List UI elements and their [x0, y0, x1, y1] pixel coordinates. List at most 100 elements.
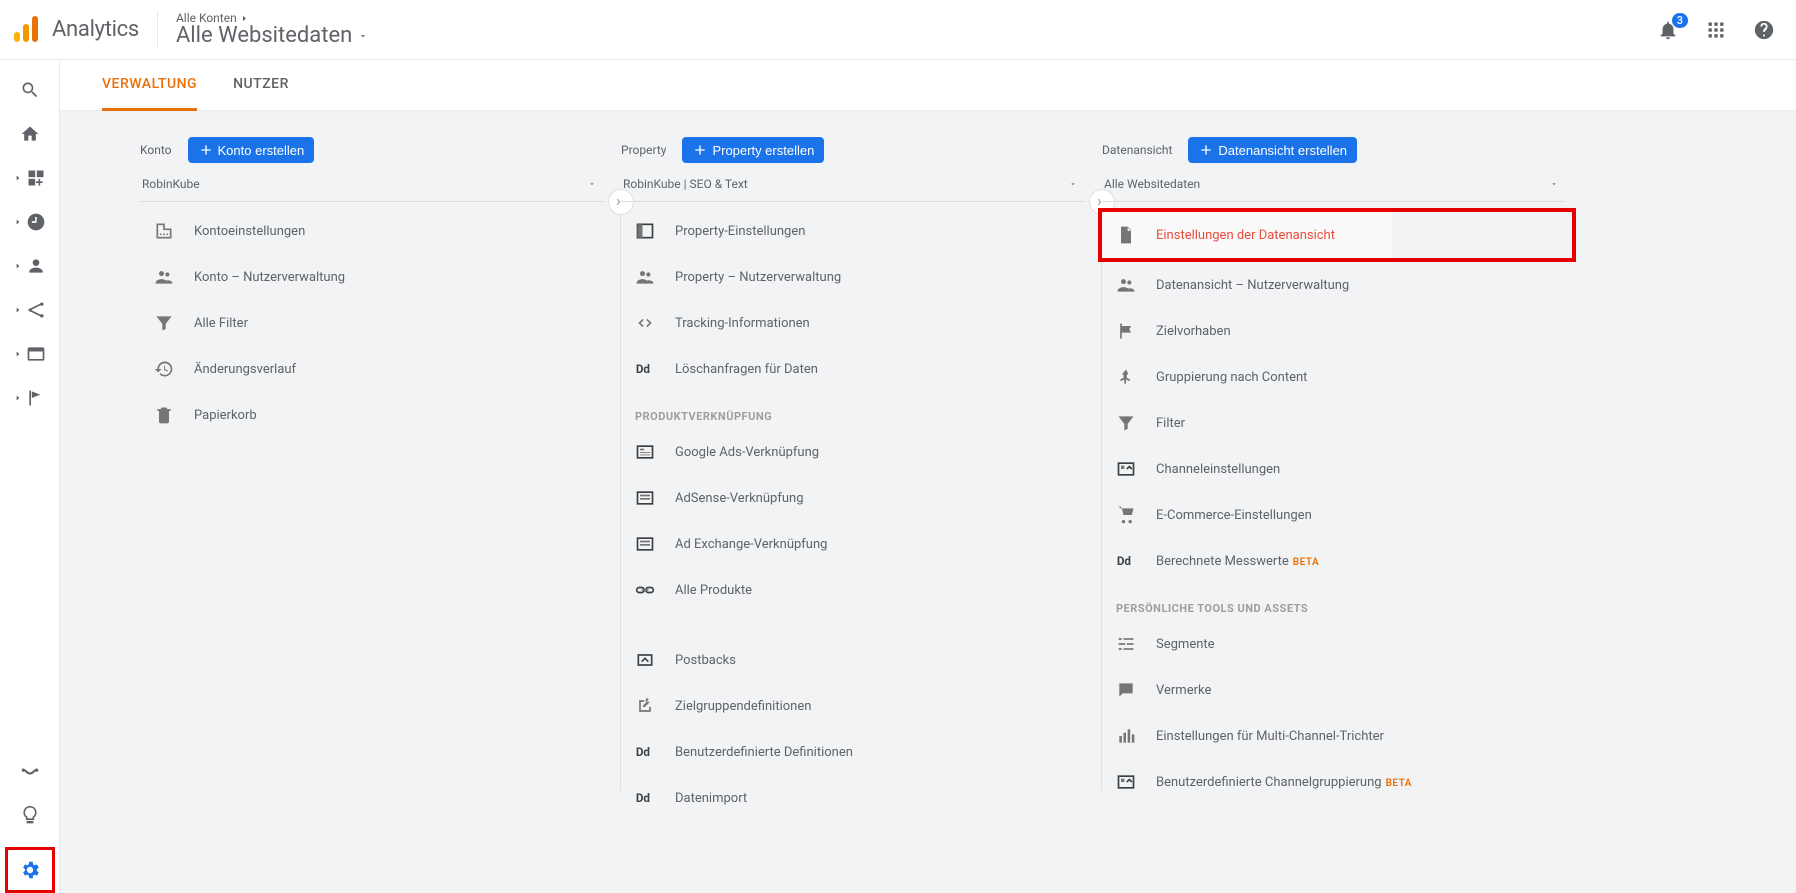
account-selector[interactable]: RobinKube: [140, 173, 604, 202]
menu-item[interactable]: E-Commerce-Einstellungen: [1102, 492, 1582, 538]
side-nav: [0, 60, 60, 893]
menu-item-label: Postbacks: [675, 653, 736, 668]
ads-icon: [635, 442, 655, 462]
menu-item-label: Kontoeinstellungen: [194, 224, 305, 239]
col-property: Property Property erstellen RobinKube | …: [621, 137, 1101, 893]
menu-item[interactable]: Property – Nutzerverwaltung: [621, 254, 1101, 300]
home-icon[interactable]: [18, 122, 42, 146]
menu-item-label: Konto – Nutzerverwaltung: [194, 270, 345, 285]
top-bar: Analytics Alle Konten Alle Websitedaten …: [0, 0, 1796, 60]
panel-icon: [635, 221, 655, 241]
svg-text:Dd: Dd: [636, 791, 650, 805]
menu-item-label: Alle Filter: [194, 316, 248, 331]
apps-icon[interactable]: [1704, 18, 1728, 42]
nav-behavior[interactable]: [14, 342, 46, 366]
tab-verwaltung[interactable]: VERWALTUNG: [102, 60, 197, 111]
tab-nutzer[interactable]: NUTZER: [233, 60, 289, 110]
menu-item[interactable]: Einstellungen der Datenansicht: [1102, 212, 1392, 258]
menu-item[interactable]: Einstellungen für Multi-Channel-Trichter: [1102, 713, 1582, 759]
menu-item[interactable]: Zielvorhaben: [1102, 308, 1582, 354]
menu-item-label: Tracking-Informationen: [675, 316, 810, 331]
menu-item[interactable]: Tracking-Informationen: [621, 300, 1101, 346]
svg-text:Dd: Dd: [636, 362, 650, 376]
brand: Analytics: [14, 14, 139, 46]
menu-item-label: AdSense-Verknüpfung: [675, 491, 804, 506]
menu-item-label: E-Commerce-Einstellungen: [1156, 508, 1312, 523]
note-icon: [1116, 680, 1136, 700]
menu-item-label: Channeleinstellungen: [1156, 462, 1280, 477]
seg-icon: [1116, 634, 1136, 654]
menu-item[interactable]: Gruppierung nach Content: [1102, 354, 1582, 400]
filter-icon: [1116, 413, 1136, 433]
menu-item[interactable]: Benutzerdefinierte ChannelgruppierungBET…: [1102, 759, 1582, 805]
header-divider: [157, 11, 158, 49]
search-icon[interactable]: [18, 78, 42, 102]
menu-item[interactable]: Konto – Nutzerverwaltung: [140, 254, 620, 300]
menu-item-label: Benutzerdefinierte Definitionen: [675, 745, 853, 760]
menu-item[interactable]: DdBenutzerdefinierte Definitionen: [621, 729, 1101, 775]
menu-item-label: Änderungsverlauf: [194, 362, 296, 377]
menu-item-label: Ad Exchange-Verknüpfung: [675, 537, 827, 552]
menu-item[interactable]: Datenansicht – Nutzerverwaltung: [1102, 262, 1582, 308]
menu-item[interactable]: Vermerke: [1102, 667, 1582, 713]
nav-customization[interactable]: [14, 166, 46, 190]
brand-name: Analytics: [52, 17, 139, 42]
menu-item-label: Einstellungen für Multi-Channel-Trichter: [1156, 729, 1384, 744]
admin-gear-icon[interactable]: [18, 858, 42, 882]
users-icon: [635, 267, 655, 287]
property-selector[interactable]: RobinKube | SEO & Text: [621, 173, 1085, 202]
notif-badge: 3: [1672, 13, 1688, 28]
menu-item[interactable]: Änderungsverlauf: [140, 346, 620, 392]
cart-icon: [1116, 505, 1136, 525]
attribution-icon[interactable]: [18, 759, 42, 783]
create-property-button[interactable]: Property erstellen: [682, 137, 824, 163]
menu-item-label: Vermerke: [1156, 683, 1211, 698]
help-icon[interactable]: [1752, 18, 1776, 42]
col-label: Konto: [140, 143, 172, 157]
menu-item[interactable]: Ad Exchange-Verknüpfung: [621, 521, 1101, 567]
post-icon: [635, 650, 655, 670]
menu-item[interactable]: Zielgruppendefinitionen: [621, 683, 1101, 729]
menu-item[interactable]: Kontoeinstellungen: [140, 208, 620, 254]
menu-item[interactable]: Alle Filter: [140, 300, 620, 346]
menu-item[interactable]: DdDatenimport: [621, 775, 1101, 821]
trash-icon: [154, 405, 174, 425]
topbar-actions: 3: [1656, 18, 1776, 42]
nav-realtime[interactable]: [14, 210, 46, 234]
menu-item[interactable]: Channeleinstellungen: [1102, 446, 1582, 492]
nav-conversions[interactable]: [14, 386, 46, 410]
create-view-button[interactable]: Datenansicht erstellen: [1188, 137, 1357, 163]
analytics-logo-icon: [14, 14, 40, 46]
notifications-icon[interactable]: 3: [1656, 18, 1680, 42]
menu-item[interactable]: Filter: [1102, 400, 1582, 446]
list-icon: [635, 534, 655, 554]
menu-item-label: Gruppierung nach Content: [1156, 370, 1307, 385]
menu-item[interactable]: Postbacks: [621, 637, 1101, 683]
menu-item[interactable]: AdSense-Verknüpfung: [621, 475, 1101, 521]
menu-item-label: Papierkorb: [194, 408, 257, 423]
menu-item[interactable]: DdBerechnete MesswerteBETA: [1102, 538, 1582, 584]
highlight-view-settings: Einstellungen der Datenansicht: [1098, 208, 1576, 262]
menu-item-label: Google Ads-Verknüpfung: [675, 445, 819, 460]
main-content: VERWALTUNG NUTZER Konto Konto erstellen …: [60, 60, 1796, 893]
menu-item-label: Löschanfragen für Daten: [675, 362, 818, 377]
menu-item[interactable]: Papierkorb: [140, 392, 620, 438]
menu-item[interactable]: Alle Produkte: [621, 567, 1101, 613]
nav-audience[interactable]: [14, 254, 46, 278]
menu-item[interactable]: Property-Einstellungen: [621, 208, 1101, 254]
view-selector[interactable]: Alle Websitedaten: [1102, 173, 1566, 202]
person-icon: [1116, 367, 1136, 387]
chan-icon: [1116, 772, 1136, 792]
bars-icon: [1116, 726, 1136, 746]
admin-tabs: VERWALTUNG NUTZER: [60, 60, 1796, 111]
menu-item[interactable]: Google Ads-Verknüpfung: [621, 429, 1101, 475]
create-account-button[interactable]: Konto erstellen: [188, 137, 315, 163]
menu-item[interactable]: Segmente: [1102, 621, 1582, 667]
col-view: Datenansicht Datenansicht erstellen Alle…: [1102, 137, 1582, 893]
menu-item-label: Filter: [1156, 416, 1185, 431]
discover-icon[interactable]: [18, 803, 42, 827]
account-selector[interactable]: Alle Konten Alle Websitedaten: [176, 11, 368, 48]
nav-acquisition[interactable]: [14, 298, 46, 322]
menu-item[interactable]: Dd Löschanfragen für Daten: [621, 346, 1101, 392]
menu-item-label: Benutzerdefinierte ChannelgruppierungBET…: [1156, 775, 1412, 790]
